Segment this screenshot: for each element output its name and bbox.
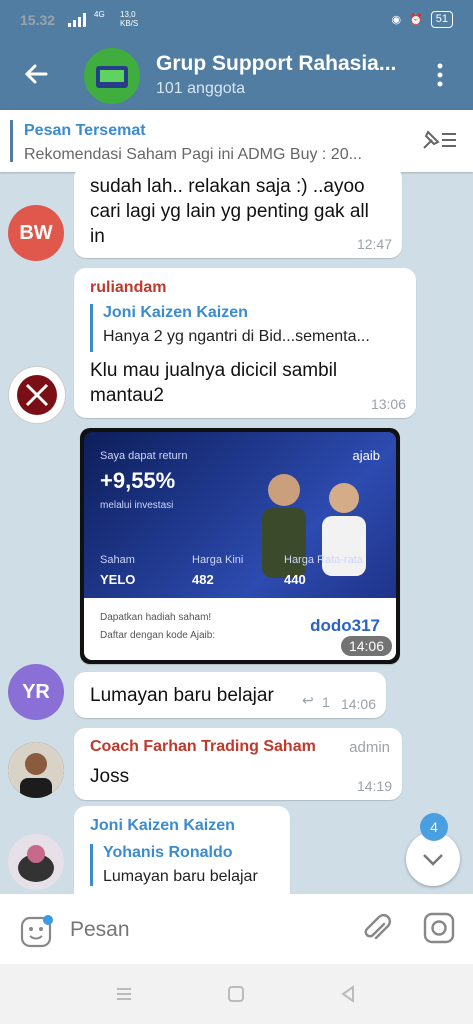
reply-text: Lumayan baru belajar — [103, 868, 258, 885]
message-bubble[interactable]: Joni Kaizen Kaizen Yohanis Ronaldo Lumay… — [74, 806, 290, 894]
chat-area[interactable]: BW sudah lah.. relakan saja :) ..ayoo ca… — [0, 172, 473, 894]
people-illustration — [244, 460, 384, 600]
group-title[interactable]: Grup Support Rahasia... — [156, 52, 411, 76]
pinned-message[interactable]: Pesan Tersemat Rekomendasi Saham Pagi in… — [0, 110, 473, 172]
promo-line2: melalui investasi — [100, 500, 174, 511]
message-bubble[interactable]: Coach Farhan Trading Saham admin Joss 14… — [74, 728, 402, 800]
reply-text: Hanya 2 yg ngantri di Bid...sementa... — [103, 328, 370, 345]
more-menu-icon[interactable] — [430, 62, 450, 88]
message-time: 14:06 — [340, 696, 376, 712]
referral-code: dodo317 — [310, 616, 380, 635]
message-text: Joss — [90, 766, 130, 787]
camera-icon[interactable] — [423, 912, 455, 944]
col1-label: Saham — [100, 554, 135, 566]
message-text: Lumayan baru belajar — [90, 685, 274, 706]
reply-arrow-icon: ↩ — [302, 692, 314, 708]
message-composer — [0, 894, 473, 964]
message-text: Klu mau jualnya dicicil sambil mantau2 — [90, 360, 338, 406]
col3-label: Harga Rata-rata — [284, 554, 363, 566]
status-right: ◉ ⏰ 51 — [391, 11, 453, 28]
message-bubble[interactable]: Lumayan baru belajar ↩ 1 14:06 — [74, 672, 386, 718]
col3-value: 440 — [284, 572, 306, 587]
signal-icon — [68, 13, 86, 27]
reply-quote[interactable]: Joni Kaizen Kaizen Hanya 2 yg ngantri di… — [90, 304, 403, 352]
avatar[interactable]: YR — [8, 664, 64, 720]
avatar[interactable] — [8, 834, 64, 890]
pinned-title: Pesan Tersemat — [24, 122, 146, 139]
message-time: 12:47 — [356, 236, 392, 252]
reply-name: Joni Kaizen Kaizen — [103, 304, 248, 321]
recents-icon[interactable] — [114, 984, 134, 1004]
avatar[interactable] — [8, 366, 66, 424]
promo-return: +9,55% — [100, 468, 176, 493]
back-arrow-icon[interactable] — [22, 60, 50, 88]
sender-name[interactable]: Joni Kaizen Kaizen — [90, 817, 235, 835]
attach-icon[interactable] — [362, 912, 392, 946]
footer-line2: Daftar dengan kode Ajaib: — [100, 630, 216, 641]
sticker-icon[interactable] — [20, 914, 54, 948]
message-bubble[interactable]: ruliandam Joni Kaizen Kaizen Hanya 2 yg … — [74, 268, 416, 418]
message-bubble[interactable]: sudah lah.. relakan saja :) ..ayoo cari … — [74, 172, 402, 258]
message-input[interactable] — [68, 912, 352, 948]
sender-name[interactable]: ruliandam — [90, 279, 166, 297]
pinned-text: Rekomendasi Saham Pagi ini ADMG Buy : 20… — [24, 146, 362, 163]
col1-value: YELO — [100, 572, 136, 587]
member-count: 101 anggota — [156, 80, 245, 97]
image-message[interactable]: Saya dapat return +9,55% melalui investa… — [80, 428, 400, 664]
message-time: 14:06 — [340, 636, 392, 656]
avatar[interactable]: BW — [8, 205, 64, 261]
message-time: 14:19 — [356, 778, 392, 794]
message-text: sudah lah.. relakan saja :) ..ayoo cari … — [90, 176, 369, 247]
chat-header: Grup Support Rahasia... 101 anggota — [0, 40, 473, 110]
admin-badge: admin — [349, 739, 390, 756]
promo-image[interactable]: Saya dapat return +9,55% melalui investa… — [84, 432, 396, 660]
reply-count: 1 — [322, 694, 330, 710]
home-icon[interactable] — [226, 984, 246, 1004]
avatar[interactable] — [8, 742, 64, 798]
pin-list-icon[interactable] — [420, 128, 458, 152]
status-time: 15.32 — [20, 12, 56, 28]
col2-value: 482 — [192, 572, 214, 587]
system-nav-bar — [0, 964, 473, 1024]
sender-name[interactable]: Coach Farhan Trading Saham — [90, 738, 316, 756]
status-bar: 15.32 4G 13,0 KB/S ◉ ⏰ 51 — [0, 0, 473, 40]
reply-name: Yohanis Ronaldo — [103, 844, 233, 861]
promo-line1: Saya dapat return — [100, 450, 188, 462]
unread-badge: 4 — [420, 813, 448, 841]
network-speed: 13,0 KB/S — [120, 10, 139, 28]
message-time: 13:06 — [370, 396, 406, 412]
back-nav-icon[interactable] — [338, 984, 358, 1004]
wifi-icon: ◉ — [391, 14, 402, 26]
footer-line1: Dapatkan hadiah saham! — [100, 612, 212, 623]
network-type: 4G — [94, 10, 105, 19]
alarm-icon: ⏰ — [409, 14, 423, 26]
reply-quote[interactable]: Yohanis Ronaldo Lumayan baru belajar — [90, 844, 283, 886]
battery-icon: 51 — [430, 11, 453, 28]
group-avatar[interactable] — [84, 48, 140, 104]
col2-label: Harga Kini — [192, 554, 244, 566]
pinned-bar — [10, 120, 13, 162]
